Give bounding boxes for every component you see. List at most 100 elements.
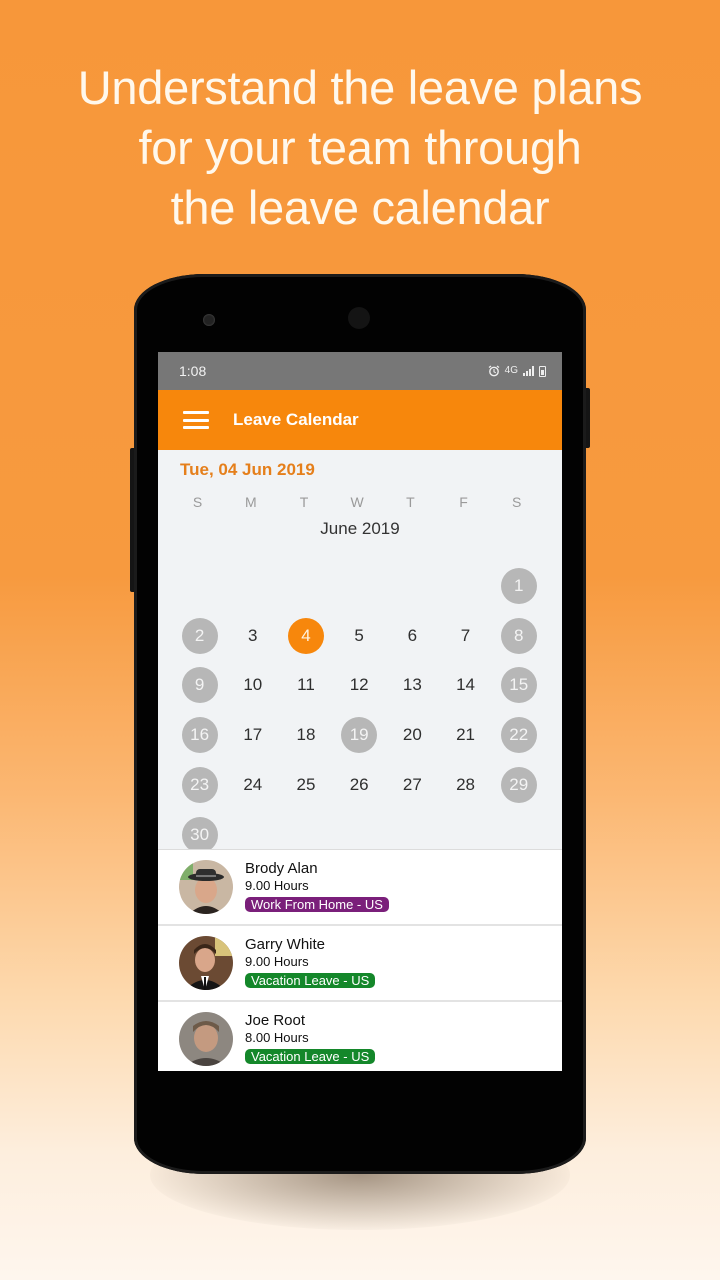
calendar-day-number: 3 (248, 625, 258, 645)
calendar-day-number: 10 (243, 675, 263, 695)
calendar-grid: 1 2 3 4 5 6 7 8 9 10 11 12 13 14 15 16 17 18 19 20 21 22 23 24 2… (158, 561, 562, 860)
calendar-day-number: 21 (456, 725, 475, 745)
phone-front-camera (348, 307, 370, 329)
leave-hours: 8.00 Hours (245, 1029, 309, 1045)
calendar-day[interactable]: 14 (439, 661, 492, 711)
weekday-label: T (406, 494, 415, 510)
headline-line: the leave calendar (170, 181, 550, 234)
leave-info: Brody Alan 9.00 Hours Work From Home - U… (245, 859, 389, 912)
month-label: June 2019 (320, 519, 400, 538)
calendar-day-number: 29 (500, 767, 537, 804)
calendar-day-number: 25 (296, 775, 316, 795)
leave-type-badge: Work From Home - US (245, 896, 389, 912)
weekday-label: S (512, 494, 522, 510)
calendar-day-number: 8 (500, 617, 537, 654)
employee-name: Brody Alan (245, 859, 318, 877)
calendar-day-number: 24 (243, 775, 263, 795)
calendar-day[interactable]: 11 (279, 661, 332, 711)
avatar (179, 1012, 233, 1066)
calendar-day[interactable]: 6 (386, 611, 439, 661)
weekday-label: W (350, 494, 364, 510)
weekday-label: F (459, 494, 468, 510)
calendar-day[interactable]: 7 (439, 611, 492, 661)
app-bar-title: Leave Calendar (233, 410, 359, 429)
headline-line: for your team through (138, 121, 582, 174)
weekday-label: T (299, 494, 309, 510)
calendar-day[interactable]: 23 (173, 760, 226, 810)
app-bar: Leave Calendar (158, 390, 562, 450)
leave-info: Joe Root 8.00 Hours Vacation Leave - US (245, 1011, 376, 1064)
calendar-day[interactable]: 5 (333, 611, 386, 661)
calendar-day[interactable]: 28 (439, 760, 492, 810)
calendar-blank-cell (173, 561, 226, 611)
calendar-day[interactable]: 16 (173, 710, 226, 760)
leave-list: Brody Alan 9.00 Hours Work From Home - U… (158, 849, 562, 1071)
calendar-day[interactable]: 19 (333, 710, 386, 760)
calendar-day-number: 5 (354, 625, 364, 645)
selected-date: Tue, 04 Jun 2019 (180, 460, 315, 479)
leave-type-badge: Vacation Leave - US (245, 1048, 376, 1064)
promo-headline: Understand the leave plans for your team… (0, 58, 720, 238)
calendar-day[interactable]: 22 (492, 710, 545, 760)
leave-calendar: Tue, 04 Jun 2019 S M T W T F S June 2019… (158, 450, 562, 860)
hamburger-menu-icon[interactable] (183, 411, 209, 429)
phone-screen: 1:08 4G Leave Calendar Tue, 04 Jun 2019 … (158, 352, 562, 1071)
calendar-day-number: 30 (181, 816, 218, 853)
calendar-day-number: 6 (407, 625, 418, 645)
calendar-day-number: 20 (402, 725, 422, 745)
calendar-blank-cell (386, 561, 439, 611)
calendar-day[interactable]: 25 (279, 760, 332, 810)
calendar-day[interactable]: 27 (386, 760, 439, 810)
avatar-joe-root-icon (179, 1012, 233, 1066)
calendar-day[interactable]: 21 (439, 710, 492, 760)
calendar-day[interactable]: 15 (492, 661, 545, 711)
network-4g-icon: 4G (504, 365, 518, 376)
calendar-day-number: 4 (287, 617, 324, 654)
calendar-day[interactable]: 1 (492, 561, 545, 611)
status-icons: 4G (488, 365, 546, 377)
calendar-day-number: 12 (349, 675, 369, 695)
calendar-day[interactable]: 13 (386, 661, 439, 711)
calendar-day-number: 26 (349, 775, 369, 795)
employee-name: Joe Root (245, 1011, 306, 1029)
calendar-day-number: 14 (456, 675, 475, 695)
calendar-day[interactable]: 17 (226, 710, 279, 760)
calendar-day-number: 23 (181, 767, 218, 804)
calendar-day[interactable]: 10 (226, 661, 279, 711)
weekday-header: S M T W T F S (158, 494, 562, 510)
calendar-day[interactable]: 8 (492, 611, 545, 661)
leave-hours: 9.00 Hours (245, 877, 309, 893)
avatar-brody-alan-icon (179, 860, 233, 914)
calendar-day-number: 28 (456, 775, 475, 795)
calendar-day[interactable]: 26 (333, 760, 386, 810)
alarm-icon (488, 365, 500, 377)
leave-list-item[interactable]: Joe Root 8.00 Hours Vacation Leave - US (158, 1002, 562, 1071)
calendar-day[interactable]: 29 (492, 760, 545, 810)
calendar-day-number: 11 (297, 675, 315, 695)
calendar-day[interactable]: 24 (226, 760, 279, 810)
avatar (179, 860, 233, 914)
avatar (179, 936, 233, 990)
employee-name: Garry White (245, 935, 326, 953)
calendar-day[interactable]: 18 (279, 710, 332, 760)
calendar-blank-cell (333, 561, 386, 611)
calendar-day-today[interactable]: 4 (279, 611, 332, 661)
weekday-label: S (192, 494, 203, 510)
calendar-day-number: 13 (402, 675, 422, 695)
calendar-blank-cell (279, 561, 332, 611)
calendar-day[interactable]: 20 (386, 710, 439, 760)
leave-list-item[interactable]: Garry White 9.00 Hours Vacation Leave - … (158, 926, 562, 1002)
calendar-day-number: 15 (500, 667, 537, 704)
phone-sensor (203, 314, 215, 326)
calendar-day[interactable]: 3 (226, 611, 279, 661)
calendar-day-number: 18 (296, 725, 316, 745)
leave-info: Garry White 9.00 Hours Vacation Leave - … (245, 935, 376, 988)
calendar-day-number: 2 (181, 617, 218, 654)
leave-list-item[interactable]: Brody Alan 9.00 Hours Work From Home - U… (158, 850, 562, 926)
calendar-day[interactable]: 12 (333, 661, 386, 711)
status-bar: 1:08 4G (158, 352, 562, 390)
calendar-blank-cell (439, 561, 492, 611)
calendar-day[interactable]: 9 (173, 661, 226, 711)
leave-hours: 9.00 Hours (245, 953, 309, 969)
calendar-day[interactable]: 2 (173, 611, 226, 661)
